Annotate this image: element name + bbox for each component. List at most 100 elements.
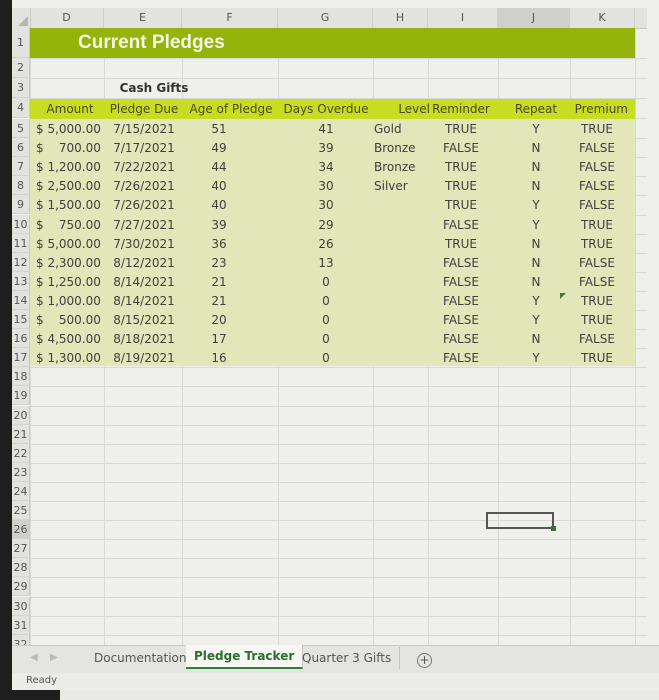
column-title-reminder[interactable]: Reminder xyxy=(428,100,494,119)
cell-overdue[interactable]: 29 xyxy=(280,216,372,235)
row-header-21[interactable]: 21 xyxy=(12,424,30,444)
row-header-4[interactable]: 4 xyxy=(12,98,30,118)
cell-due[interactable]: 8/18/2021 xyxy=(106,330,182,349)
column-title-premium[interactable]: Premium xyxy=(566,100,628,119)
cell-age[interactable]: 44 xyxy=(184,158,254,177)
cell-repeat[interactable]: N xyxy=(504,235,568,254)
cell-level[interactable] xyxy=(374,254,424,273)
cell-level[interactable]: Bronze xyxy=(374,158,424,177)
prev-sheet-icon[interactable]: ◀ xyxy=(30,652,38,663)
cell-amount[interactable]: $ 5,000.00 xyxy=(36,235,102,254)
cell-age[interactable]: 49 xyxy=(184,139,254,158)
cell-overdue[interactable]: 41 xyxy=(280,120,372,139)
cell-overdue[interactable]: 0 xyxy=(280,311,372,330)
cell-reminder[interactable]: TRUE xyxy=(428,120,494,139)
cell-repeat[interactable]: Y xyxy=(504,196,568,215)
cell-premium[interactable]: FALSE xyxy=(566,158,628,177)
row-header-30[interactable]: 30 xyxy=(12,596,30,616)
cell-premium[interactable]: TRUE xyxy=(566,120,628,139)
cell-overdue[interactable]: 26 xyxy=(280,235,372,254)
column-title-repeat[interactable]: Repeat xyxy=(504,100,568,119)
cell-amount[interactable]: $ 1,250.00 xyxy=(36,273,102,292)
row-header-29[interactable]: 29 xyxy=(12,577,30,597)
column-header-h[interactable]: H xyxy=(373,8,428,28)
cell-reminder[interactable]: TRUE xyxy=(428,196,494,215)
row-header-11[interactable]: 11 xyxy=(12,233,30,253)
cell-due[interactable]: 8/14/2021 xyxy=(106,273,182,292)
cell-premium[interactable]: FALSE xyxy=(566,254,628,273)
cell-due[interactable]: 8/15/2021 xyxy=(106,311,182,330)
cell-reminder[interactable]: FALSE xyxy=(428,139,494,158)
cell-overdue[interactable]: 30 xyxy=(280,196,372,215)
row-header-12[interactable]: 12 xyxy=(12,252,30,272)
cell-level[interactable] xyxy=(374,349,424,368)
row-header-1[interactable]: 1 xyxy=(12,28,30,58)
cell-reminder[interactable]: TRUE xyxy=(428,235,494,254)
cell-amount[interactable]: $ 5,000.00 xyxy=(36,120,102,139)
sheet-tab-documentation[interactable]: Documentation xyxy=(86,647,196,669)
row-header-9[interactable]: 9 xyxy=(12,195,30,215)
cell-premium[interactable]: TRUE xyxy=(566,292,628,311)
row-header-14[interactable]: 14 xyxy=(12,290,30,310)
sheet-tab-pledge-tracker[interactable]: Pledge Tracker xyxy=(186,645,304,669)
row-header-15[interactable]: 15 xyxy=(12,310,30,330)
row-header-10[interactable]: 10 xyxy=(12,214,30,234)
cell-age[interactable]: 17 xyxy=(184,330,254,349)
cell-reminder[interactable]: FALSE xyxy=(428,311,494,330)
cell-age[interactable]: 21 xyxy=(184,292,254,311)
column-title-days-overdue[interactable]: Days Overdue xyxy=(280,100,372,119)
cell-premium[interactable]: TRUE xyxy=(566,235,628,254)
row-header-20[interactable]: 20 xyxy=(12,405,30,425)
cell-amount[interactable]: $ 750.00 xyxy=(36,216,102,235)
cell-level[interactable]: Silver xyxy=(374,177,424,196)
next-sheet-icon[interactable]: ▶ xyxy=(50,652,58,663)
cell-repeat[interactable]: Y xyxy=(504,311,568,330)
column-header-k[interactable]: K xyxy=(570,8,635,28)
cell-overdue[interactable]: 0 xyxy=(280,292,372,311)
fill-handle[interactable] xyxy=(551,526,556,531)
cell-amount[interactable]: $ 500.00 xyxy=(36,311,102,330)
cell-age[interactable]: 40 xyxy=(184,177,254,196)
cell-due[interactable]: 7/22/2021 xyxy=(106,158,182,177)
active-cell-selection[interactable] xyxy=(486,512,554,529)
row-header-2[interactable]: 2 xyxy=(12,58,30,78)
cell-repeat[interactable]: Y xyxy=(504,120,568,139)
section-subtitle[interactable]: Cash Gifts xyxy=(104,79,204,98)
row-header-26[interactable]: 26 xyxy=(12,520,30,540)
cell-amount[interactable]: $ 1,000.00 xyxy=(36,292,102,311)
cell-reminder[interactable]: FALSE xyxy=(428,330,494,349)
cell-age[interactable]: 21 xyxy=(184,273,254,292)
cell-amount[interactable]: $ 2,300.00 xyxy=(36,254,102,273)
cell-overdue[interactable]: 34 xyxy=(280,158,372,177)
cell-due[interactable]: 7/26/2021 xyxy=(106,177,182,196)
cell-age[interactable]: 16 xyxy=(184,349,254,368)
row-header-16[interactable]: 16 xyxy=(12,329,30,349)
row-header-28[interactable]: 28 xyxy=(12,558,30,578)
sheet-title[interactable]: Current Pledges xyxy=(78,29,225,57)
cell-premium[interactable]: FALSE xyxy=(566,139,628,158)
add-sheet-icon[interactable]: + xyxy=(417,653,432,668)
cell-reminder[interactable]: FALSE xyxy=(428,292,494,311)
cell-level[interactable] xyxy=(374,330,424,349)
cell-repeat[interactable]: N xyxy=(504,330,568,349)
column-title-level[interactable]: Level xyxy=(376,100,430,119)
cell-due[interactable]: 7/26/2021 xyxy=(106,196,182,215)
cell-error-indicator-icon[interactable] xyxy=(560,293,566,299)
cell-overdue[interactable]: 13 xyxy=(280,254,372,273)
cell-due[interactable]: 8/19/2021 xyxy=(106,349,182,368)
cell-amount[interactable]: $ 4,500.00 xyxy=(36,330,102,349)
cell-level[interactable] xyxy=(374,273,424,292)
cell-premium[interactable]: TRUE xyxy=(566,311,628,330)
cell-repeat[interactable]: N xyxy=(504,177,568,196)
column-header-g[interactable]: G xyxy=(278,8,373,28)
row-header-22[interactable]: 22 xyxy=(12,443,30,463)
cell-premium[interactable]: FALSE xyxy=(566,273,628,292)
cell-level[interactable] xyxy=(374,216,424,235)
cell-overdue[interactable]: 0 xyxy=(280,330,372,349)
column-header-e[interactable]: E xyxy=(104,8,182,28)
cell-overdue[interactable]: 30 xyxy=(280,177,372,196)
row-header-23[interactable]: 23 xyxy=(12,462,30,482)
cell-reminder[interactable]: FALSE xyxy=(428,273,494,292)
row-header-3[interactable]: 3 xyxy=(12,78,30,98)
cell-level[interactable]: Bronze xyxy=(374,139,424,158)
